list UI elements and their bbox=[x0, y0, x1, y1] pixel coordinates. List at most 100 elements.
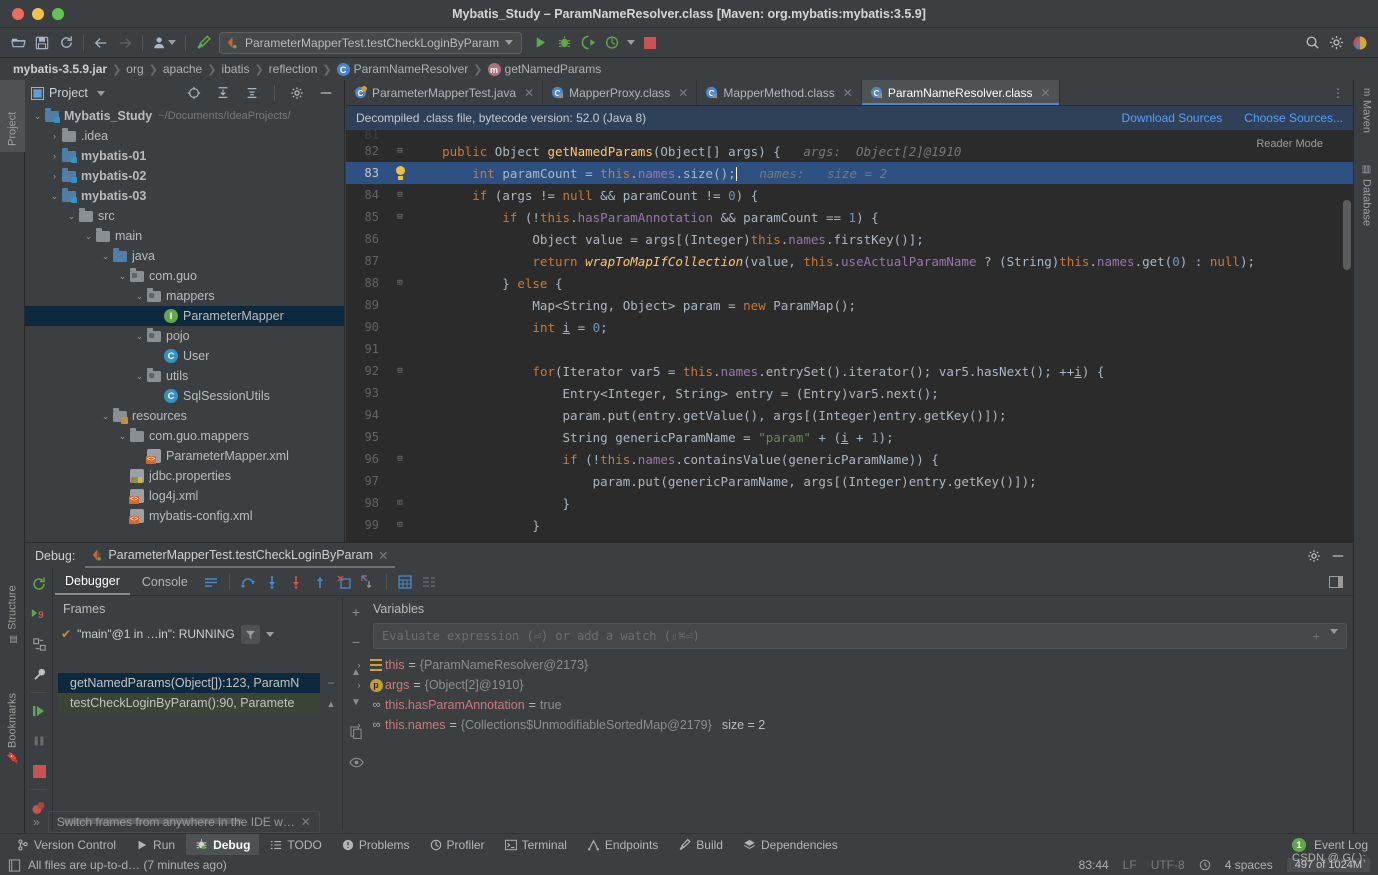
tree-node-user[interactable]: C User bbox=[25, 346, 344, 366]
show-execution-point-icon[interactable] bbox=[200, 571, 222, 593]
rerun-icon[interactable] bbox=[25, 569, 53, 599]
breadcrumb-item-3[interactable]: ibatis bbox=[218, 62, 252, 76]
run-configuration-selector[interactable]: ParameterMapperTest.testCheckLoginByPara… bbox=[219, 31, 523, 54]
code-line-93[interactable]: 93 Entry<Integer, String> entry = (Entry… bbox=[346, 382, 1353, 404]
code-line-94[interactable]: 94 param.put(entry.getValue(), args[(Int… bbox=[346, 404, 1353, 426]
code-line-84[interactable]: 84 ⊟ if (args != null && paramCount != 0)… bbox=[346, 184, 1353, 206]
chevron-down-icon[interactable]: ⌄ bbox=[99, 251, 112, 262]
statusbar-run[interactable]: Run bbox=[127, 834, 184, 856]
inspect-eye-icon[interactable] bbox=[343, 747, 369, 777]
gutter-marker[interactable]: ⊟ bbox=[388, 146, 412, 156]
line-separator[interactable]: LF bbox=[1123, 858, 1137, 872]
run-to-cursor-icon[interactable] bbox=[357, 571, 379, 593]
breadcrumb-item-2[interactable]: apache bbox=[160, 62, 205, 76]
code-line-85[interactable]: 85 ⊟ if (!this.hasParamAnnotation && para… bbox=[346, 206, 1353, 228]
tree-node-jdbc-properties[interactable]: jdbc.properties bbox=[25, 466, 344, 486]
gutter-marker[interactable]: ⊟ bbox=[388, 454, 412, 464]
download-sources-link[interactable]: Download Sources bbox=[1122, 111, 1223, 125]
statusbar-endpoints[interactable]: Endpoints bbox=[578, 834, 667, 856]
breadcrumb-item-4[interactable]: reflection bbox=[266, 62, 321, 76]
profiler-dropdown-arrow[interactable] bbox=[627, 40, 636, 45]
tab-debugger[interactable]: Debugger bbox=[55, 570, 130, 595]
tab-console[interactable]: Console bbox=[132, 570, 198, 595]
sidebar-item-project[interactable]: Project bbox=[0, 80, 25, 152]
variable-row[interactable]: › p args = {Object[2]@1910} bbox=[343, 675, 1353, 695]
fold-open-icon[interactable]: ⊟ bbox=[397, 146, 402, 156]
statusbar-version-control[interactable]: Version Control bbox=[8, 834, 125, 856]
chevron-down-icon[interactable]: ⌄ bbox=[133, 291, 146, 302]
fold-open-icon[interactable]: ⊟ bbox=[397, 190, 402, 200]
gutter-marker[interactable]: ⊟ bbox=[388, 190, 412, 200]
variable-row[interactable]: › ∞ this.names = {Collections$UnmodifiableSo… bbox=[343, 715, 1353, 735]
add-watch-icon[interactable]: + bbox=[343, 597, 369, 627]
code-line-87[interactable]: 87 return wrapToMapIfCollection(value, t… bbox=[346, 250, 1353, 272]
close-icon[interactable]: ✕ bbox=[843, 86, 853, 100]
layout-toggle-icon[interactable] bbox=[1325, 571, 1347, 593]
chevron-down-icon[interactable] bbox=[265, 631, 274, 637]
collapse-all-icon[interactable] bbox=[240, 81, 264, 105]
gutter-marker[interactable]: ⊟ bbox=[388, 212, 412, 222]
code-lines[interactable]: 81 82 ⊟ public Object getNamedParams(Objec… bbox=[346, 130, 1353, 536]
gutter-marker[interactable]: ⊡ bbox=[388, 498, 412, 508]
breadcrumb-item-0[interactable]: mybatis-3.5.9.jar bbox=[10, 62, 110, 76]
tree-node--idea[interactable]: › .idea bbox=[25, 126, 344, 146]
tree-node-mappers[interactable]: ⌄ mappers bbox=[25, 286, 344, 306]
sidebar-item-database[interactable]: ▥ Database bbox=[1354, 158, 1378, 244]
tree-node-pojo[interactable]: ⌄ pojo bbox=[25, 326, 344, 346]
chevron-right-icon[interactable]: › bbox=[48, 171, 61, 181]
close-icon[interactable]: ✕ bbox=[378, 548, 388, 563]
statusbar-dependencies[interactable]: Dependencies bbox=[734, 834, 847, 856]
caret-position[interactable]: 83:44 bbox=[1079, 858, 1109, 872]
close-icon[interactable]: ✕ bbox=[524, 86, 534, 100]
gear-icon[interactable] bbox=[1324, 31, 1348, 55]
frame-row[interactable]: getNamedParams(Object[]):123, ParamN bbox=[58, 673, 320, 693]
build-hammer-icon[interactable] bbox=[191, 31, 215, 55]
account-icon[interactable] bbox=[1348, 31, 1372, 55]
variable-row[interactable]: › this = {ParamNameResolver@2173} bbox=[343, 655, 1353, 675]
tree-node-log4j-xml[interactable]: log4j.xml bbox=[25, 486, 344, 506]
stop-square-icon[interactable] bbox=[25, 756, 53, 786]
read-only-toggle-icon[interactable] bbox=[1199, 859, 1211, 871]
stop-icon[interactable] bbox=[638, 31, 662, 55]
fold-close-icon[interactable]: ⊡ bbox=[397, 498, 402, 508]
code-line-90[interactable]: 90 int i = 0; bbox=[346, 316, 1353, 338]
tree-node-mybatis-03[interactable]: ⌄ mybatis-03 bbox=[25, 186, 344, 206]
move-down-icon[interactable]: ▼ bbox=[343, 687, 369, 717]
event-log-button[interactable]: Event Log bbox=[1314, 838, 1368, 852]
code-line-92[interactable]: 92 ⊟ for(Iterator var5 = this.names.entry… bbox=[346, 360, 1353, 382]
choose-sources-link[interactable]: Choose Sources... bbox=[1244, 111, 1343, 125]
frames-hint-chip[interactable]: Switch frames from anywhere in the IDE w… bbox=[47, 811, 320, 833]
minimize-window-button[interactable] bbox=[32, 7, 44, 20]
chevron-right-icon[interactable]: › bbox=[48, 151, 61, 161]
hide-debug-panel-icon[interactable] bbox=[1331, 549, 1345, 563]
hide-panel-icon[interactable] bbox=[314, 81, 338, 105]
tree-node-mybatis-config-xml[interactable]: mybatis-config.xml bbox=[25, 506, 344, 526]
debug-icon[interactable] bbox=[552, 31, 576, 55]
tree-node-utils[interactable]: ⌄ utils bbox=[25, 366, 344, 386]
scroll-up-icon[interactable]: ▲ bbox=[320, 693, 342, 715]
gutter-marker[interactable]: ⊡ bbox=[388, 520, 412, 530]
restore-layout-icon[interactable] bbox=[25, 629, 53, 659]
chevron-down-icon[interactable]: ⌄ bbox=[99, 411, 112, 422]
chevron-down-icon[interactable]: ⌄ bbox=[116, 431, 129, 442]
step-over-icon[interactable] bbox=[237, 571, 259, 593]
tree-node-sqlsessionutils[interactable]: C SqlSessionUtils bbox=[25, 386, 344, 406]
fold-open-icon[interactable]: ⊟ bbox=[397, 454, 402, 464]
sidebar-item-structure[interactable]: ▤ Structure bbox=[0, 566, 25, 650]
editor-tab-mapperproxy-class[interactable]: C MapperProxy.class ✕ bbox=[543, 80, 698, 105]
save-icon[interactable] bbox=[30, 31, 54, 55]
editor-tab-parametermappertest-java[interactable]: C ParameterMapperTest.java ✕ bbox=[346, 80, 544, 105]
variables-list[interactable]: › this = {ParamNameResolver@2173} › p args = {Ob… bbox=[343, 655, 1353, 735]
chevron-down-icon[interactable] bbox=[96, 90, 105, 96]
intention-bulb-icon[interactable] bbox=[395, 166, 406, 180]
copy-value-icon[interactable] bbox=[343, 717, 369, 747]
chevron-down-icon[interactable]: ⌄ bbox=[65, 211, 78, 222]
sidebar-item-bookmarks[interactable]: 🔖 Bookmarks bbox=[0, 670, 25, 770]
drop-frame-icon[interactable] bbox=[333, 571, 355, 593]
search-icon[interactable] bbox=[1300, 31, 1324, 55]
variable-row[interactable]: ∞ this.hasParamAnnotation = true bbox=[343, 695, 1353, 715]
filter-icon[interactable] bbox=[240, 624, 260, 644]
tree-node-com-guo[interactable]: ⌄ com.guo bbox=[25, 266, 344, 286]
back-arrow-icon[interactable] bbox=[89, 31, 113, 55]
chevron-down-icon[interactable]: ⌄ bbox=[48, 191, 61, 202]
